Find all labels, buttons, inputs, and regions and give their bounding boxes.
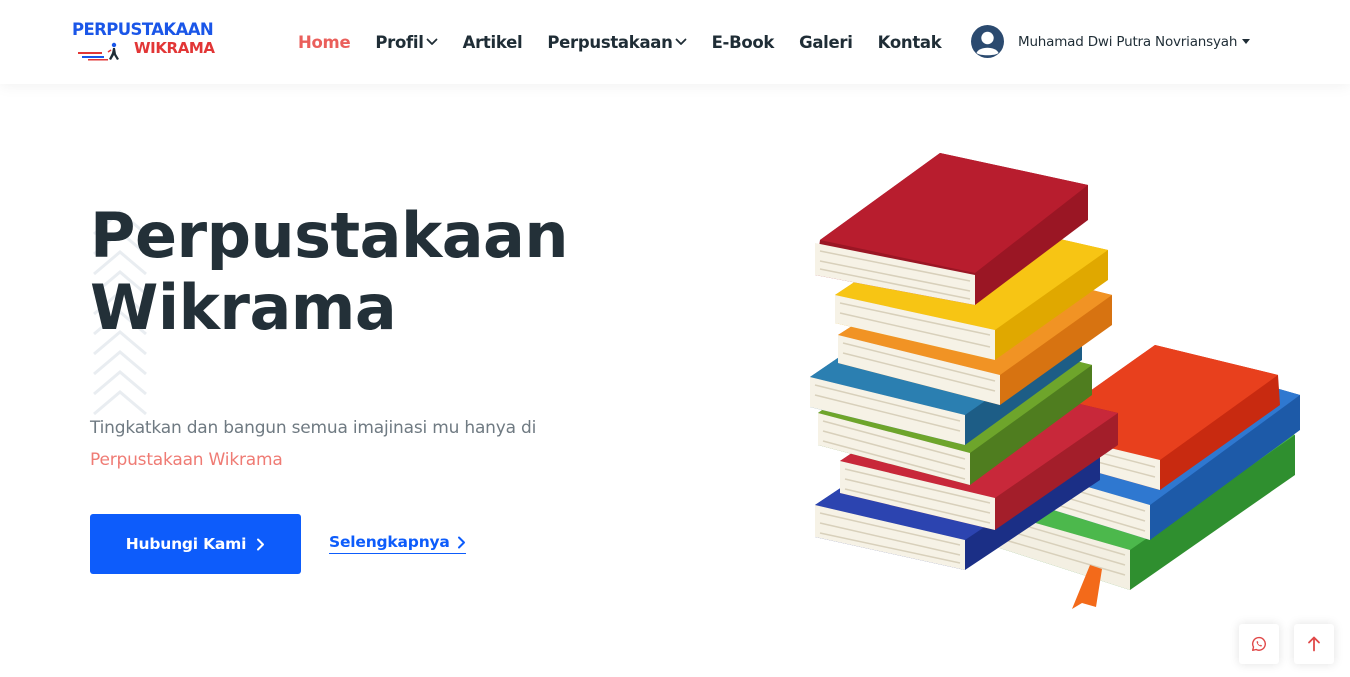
chevron-right-icon [257,538,265,550]
site-header: PERPUSTAKAAN WIKRAMA Home Profil Artikel… [0,0,1350,84]
read-more-link-label: Selengkapnya [329,533,450,551]
contact-us-button-label: Hubungi Kami [125,535,247,553]
logo-runner-icon [78,42,119,61]
nav-kontak-label: Kontak [877,32,942,52]
main-nav: Home Profil Artikel Perpustakaan E-Book … [298,31,966,53]
book-stack-icon [810,153,1300,609]
nav-perpustakaan-label: Perpustakaan [547,32,673,52]
nav-profil-label: Profil [375,32,424,52]
nav-kontak[interactable]: Kontak [878,33,942,52]
back-to-top-button[interactable] [1294,624,1334,664]
nav-galeri[interactable]: Galeri [799,33,853,52]
logo-text-line2: WIKRAMA [134,39,215,57]
user-menu[interactable]: Muhamad Dwi Putra Novriansyah [971,25,1251,58]
whatsapp-button[interactable] [1239,624,1279,664]
nav-ebook-label: E-Book [711,32,775,52]
user-name: Muhamad Dwi Putra Novriansyah [1018,33,1238,50]
nav-artikel-label: Artikel [462,32,523,52]
logo-text-line1: PERPUSTAKAAN [72,20,214,39]
arrow-up-icon [1308,636,1320,652]
hero-title-line2: Wikrama [90,271,397,344]
nav-galeri-label: Galeri [799,32,853,52]
caret-down-icon [1242,39,1251,44]
hero-title: Perpustakaan Wikrama [90,200,690,344]
chevron-down-icon [675,38,686,45]
chevron-right-icon [457,536,465,548]
nav-profil[interactable]: Profil [375,32,438,52]
nav-home[interactable]: Home [298,32,351,52]
hero-subtitle-text: Tingkatkan dan bangun semua imajinasi mu… [90,418,537,438]
read-more-link[interactable]: Selengkapnya [329,533,466,554]
nav-artikel[interactable]: Artikel [463,33,523,52]
hero-subtitle: Tingkatkan dan bangun semua imajinasi mu… [90,412,550,476]
nav-home-label: Home [298,32,351,52]
whatsapp-icon [1252,636,1266,651]
hero-subtitle-highlight: Perpustakaan Wikrama [90,450,283,470]
contact-us-button[interactable]: Hubungi Kami [90,514,301,574]
hero-title-line1: Perpustakaan [90,199,569,272]
chevron-down-icon [426,38,438,45]
nav-ebook[interactable]: E-Book [712,33,775,52]
nav-perpustakaan[interactable]: Perpustakaan [547,33,686,52]
site-logo[interactable]: PERPUSTAKAAN WIKRAMA [72,20,228,66]
user-avatar-icon [971,25,1004,58]
